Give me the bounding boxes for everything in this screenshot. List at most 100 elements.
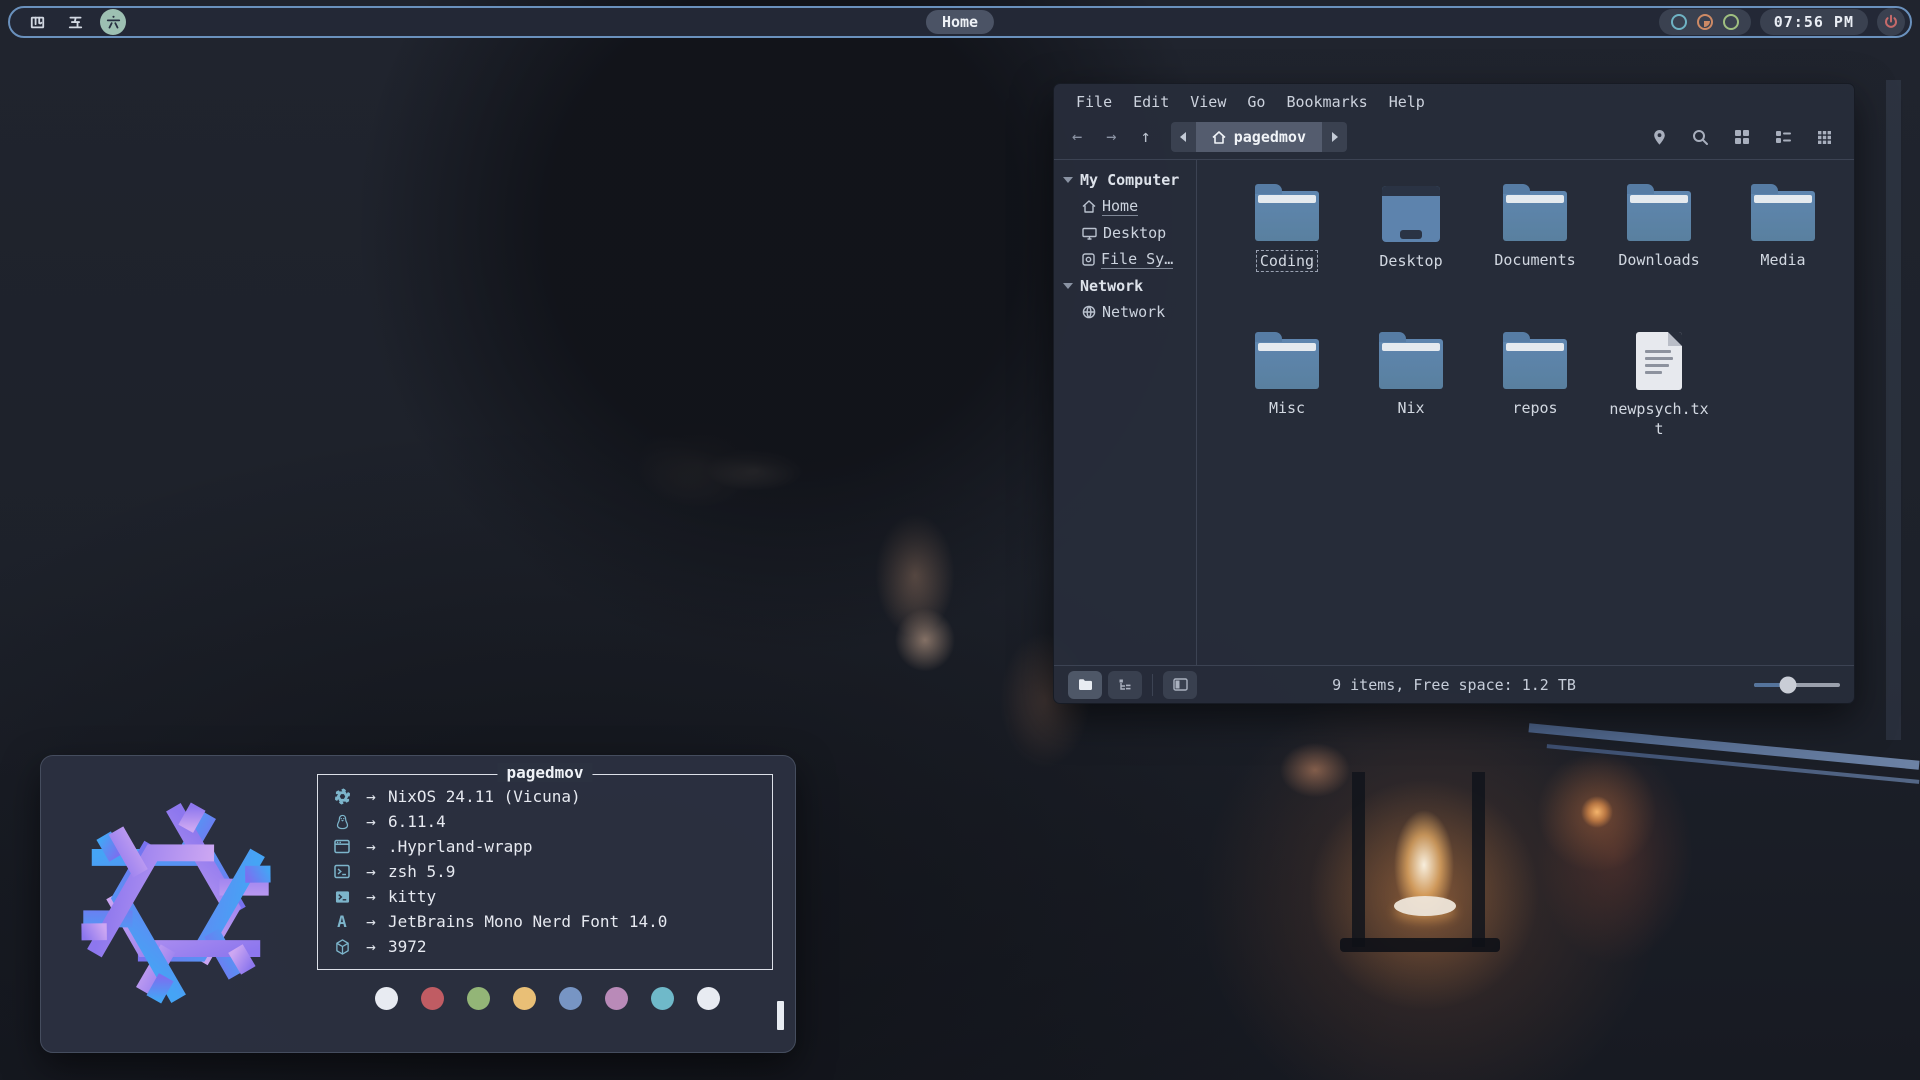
- shell-terminal-icon: [330, 864, 354, 879]
- orange-record-icon[interactable]: [1697, 14, 1713, 30]
- file-item-documents[interactable]: Documents: [1473, 182, 1597, 330]
- file-label: newpsych.txt: [1607, 399, 1711, 439]
- sidebar-section-my-computer[interactable]: My Computer: [1054, 167, 1196, 193]
- terminal-app-icon: [330, 890, 354, 904]
- home-icon: [1082, 200, 1096, 213]
- sidebar-section-network[interactable]: Network: [1054, 273, 1196, 299]
- arrow-icon: →: [354, 862, 388, 881]
- sidebar-item-network[interactable]: Network: [1054, 299, 1196, 325]
- list-view-button[interactable]: [1775, 129, 1792, 145]
- clock[interactable]: 07:56 PM: [1760, 9, 1868, 35]
- file-label: Downloads: [1618, 250, 1699, 270]
- menu-edit[interactable]: Edit: [1133, 93, 1169, 111]
- compact-view-icon: [1817, 130, 1832, 145]
- sidebar-item-filesystem[interactable]: File Sy…: [1054, 246, 1196, 273]
- file-item-misc[interactable]: Misc: [1225, 330, 1349, 478]
- workspace-5[interactable]: [62, 9, 88, 35]
- text-file-icon: [1636, 332, 1682, 390]
- workspace-4[interactable]: [24, 9, 50, 35]
- path-label: pagedmov: [1234, 128, 1306, 146]
- arrow-icon: →: [354, 887, 388, 906]
- side-panel-icon: [1173, 678, 1188, 691]
- menu-view[interactable]: View: [1190, 93, 1226, 111]
- power-button[interactable]: [1877, 8, 1905, 36]
- list-view-icon: [1775, 129, 1792, 145]
- path-scroll-left-button[interactable]: [1171, 122, 1196, 152]
- path-scroll-right-button[interactable]: [1322, 122, 1347, 152]
- back-button[interactable]: ←: [1072, 127, 1082, 147]
- folder-icon: [1503, 191, 1567, 241]
- fetch-terminal-value: kitty: [388, 887, 436, 906]
- menu-bookmarks[interactable]: Bookmarks: [1286, 93, 1367, 111]
- workspace-switcher: [10, 9, 126, 35]
- file-item-coding[interactable]: Coding: [1225, 182, 1349, 330]
- places-pane-button[interactable]: [1068, 671, 1102, 699]
- fetch-font-value: JetBrains Mono Nerd Font 14.0: [388, 912, 667, 931]
- file-item-repos[interactable]: repos: [1473, 330, 1597, 478]
- collapse-caret-icon: [1063, 177, 1073, 183]
- status-bar: 9 items, Free space: 1.2 TB: [1054, 665, 1854, 703]
- side-panel-toggle-button[interactable]: [1163, 671, 1197, 699]
- kanji-six-icon: [105, 14, 122, 31]
- fetch-row-kernel: → 6.11.4: [330, 809, 760, 834]
- zoom-slider[interactable]: [1754, 683, 1840, 687]
- workspace-6-active[interactable]: [100, 9, 126, 35]
- nixos-icon: [330, 788, 354, 805]
- wm-window-icon: [330, 839, 354, 854]
- menu-help[interactable]: Help: [1389, 93, 1425, 111]
- palette-dot-4: [559, 987, 582, 1010]
- file-item-desktop[interactable]: Desktop: [1349, 182, 1473, 330]
- sidebar-item-home[interactable]: Home: [1054, 193, 1196, 220]
- folder-icon: [1255, 191, 1319, 241]
- tree-view-icon: [1118, 678, 1132, 692]
- arrow-icon: →: [354, 912, 388, 931]
- sidebar-item-label: Network: [1102, 303, 1165, 321]
- sidebar-item-desktop[interactable]: Desktop: [1054, 220, 1196, 246]
- top-bar: Home 07:56 PM: [8, 6, 1912, 38]
- file-grid: Coding Desktop Documents Downloads Media…: [1197, 160, 1854, 665]
- terminal-color-palette: [375, 987, 773, 1010]
- menu-go[interactable]: Go: [1247, 93, 1265, 111]
- folder-icon: [1379, 339, 1443, 389]
- path-bar: pagedmov: [1171, 122, 1347, 152]
- fetch-wm-value: .Hyprland-wrapp: [388, 837, 533, 856]
- fetch-row-wm: → .Hyprland-wrapp: [330, 834, 760, 859]
- forward-button[interactable]: →: [1106, 127, 1116, 147]
- file-label: Desktop: [1379, 251, 1442, 271]
- file-item-newpsych-txt[interactable]: newpsych.txt: [1597, 330, 1721, 478]
- tree-pane-button[interactable]: [1108, 671, 1142, 699]
- icon-view-button[interactable]: [1734, 129, 1750, 145]
- green-ring-icon[interactable]: [1723, 14, 1739, 30]
- menubar: File Edit View Go Bookmarks Help: [1054, 84, 1854, 115]
- fetch-packages-value: 3972: [388, 937, 427, 956]
- file-item-nix[interactable]: Nix: [1349, 330, 1473, 478]
- arrow-icon: →: [354, 937, 388, 956]
- file-item-media[interactable]: Media: [1721, 182, 1845, 330]
- compact-view-button[interactable]: [1817, 130, 1832, 145]
- terminal-window[interactable]: pagedmov → NixOS 24.11 (Vicuna): [40, 755, 796, 1053]
- up-button[interactable]: ↑: [1141, 127, 1151, 147]
- location-pin-button[interactable]: [1652, 129, 1667, 146]
- collapse-caret-icon: [1063, 283, 1073, 289]
- active-window-title[interactable]: Home: [926, 10, 994, 34]
- section-header-label: Network: [1080, 277, 1143, 295]
- grid-view-icon: [1734, 129, 1750, 145]
- file-label: Documents: [1494, 250, 1575, 270]
- fetch-shell-value: zsh 5.9: [388, 862, 455, 881]
- fetch-os-value: NixOS 24.11 (Vicuna): [388, 787, 581, 806]
- search-icon: [1692, 129, 1709, 146]
- menu-file[interactable]: File: [1076, 93, 1112, 111]
- search-button[interactable]: [1692, 129, 1709, 146]
- file-item-downloads[interactable]: Downloads: [1597, 182, 1721, 330]
- packages-cube-icon: [330, 939, 354, 955]
- status-text: 9 items, Free space: 1.2 TB: [1332, 676, 1576, 694]
- slider-knob[interactable]: [1780, 676, 1797, 693]
- fetch-hostname: pagedmov: [497, 763, 592, 782]
- kernel-penguin-icon: [330, 814, 354, 830]
- globe-icon: [1082, 305, 1096, 319]
- path-segment-home[interactable]: pagedmov: [1196, 122, 1322, 152]
- folder-icon: [1751, 191, 1815, 241]
- home-icon: [1212, 131, 1226, 144]
- file-label: Coding: [1256, 250, 1318, 272]
- teal-ring-icon[interactable]: [1671, 14, 1687, 30]
